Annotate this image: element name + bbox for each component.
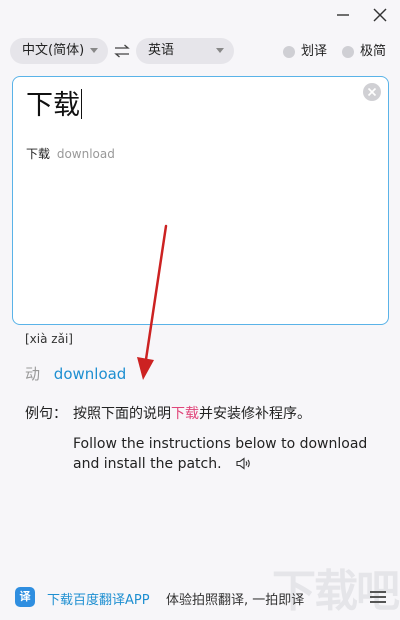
input-text-wrapper: 下载 bbox=[26, 88, 82, 124]
phonetic: [xià zǎi] bbox=[25, 332, 73, 346]
minimize-button[interactable] bbox=[332, 4, 354, 26]
source-language-label: 中文(简体) bbox=[22, 43, 85, 58]
example-sentence-en: Follow the instructions below to downloa… bbox=[73, 434, 383, 474]
menu-icon-bar bbox=[370, 591, 386, 593]
minimize-icon bbox=[337, 14, 349, 16]
part-of-speech: 动 bbox=[25, 365, 41, 383]
target-language-label: 英语 bbox=[148, 43, 175, 58]
example-sentence-zh: 按照下面的说明下载并安装修补程序。 bbox=[73, 403, 311, 423]
definition-row: 动 download bbox=[25, 363, 126, 384]
footer: 译 下载百度翻译APP 体验拍照翻译, 一拍即译 bbox=[0, 582, 400, 612]
suggestion-translation: download bbox=[56, 147, 115, 161]
language-bar: 中文(简体) 英语 划译 极简 bbox=[0, 38, 400, 66]
swap-languages-button[interactable] bbox=[113, 42, 131, 60]
suggestion-item[interactable]: 下载 download bbox=[26, 145, 115, 162]
speaker-icon[interactable] bbox=[236, 457, 251, 470]
close-button[interactable] bbox=[369, 4, 391, 26]
example-zh-before: 按照下面的说明 bbox=[73, 406, 171, 422]
example-zh-highlight: 下载 bbox=[171, 406, 199, 422]
toggle-knob bbox=[342, 46, 354, 58]
target-language-select[interactable]: 英语 bbox=[136, 38, 234, 64]
minimal-mode-label: 极简 bbox=[360, 44, 387, 59]
example-en-text: Follow the instructions below to downloa… bbox=[73, 436, 368, 472]
close-icon bbox=[373, 8, 387, 22]
clear-button[interactable] bbox=[363, 83, 381, 101]
input-text-area[interactable]: 下载 下载 download bbox=[12, 76, 389, 325]
minimal-mode-toggle[interactable]: 极简 bbox=[342, 43, 390, 61]
source-language-select[interactable]: 中文(简体) bbox=[10, 38, 108, 64]
toggle-knob bbox=[283, 46, 295, 58]
selection-translate-toggle[interactable]: 划译 bbox=[283, 43, 331, 61]
title-bar bbox=[0, 0, 400, 30]
swap-arrows-icon bbox=[114, 44, 130, 58]
suggestion-word: 下载 bbox=[26, 147, 51, 161]
input-text: 下载 bbox=[26, 90, 80, 121]
menu-icon-bar bbox=[370, 601, 386, 603]
baidu-translate-app-icon: 译 bbox=[15, 587, 35, 607]
meaning-link[interactable]: download bbox=[54, 365, 127, 383]
menu-icon-bar bbox=[370, 596, 386, 598]
menu-button[interactable] bbox=[370, 591, 386, 604]
example-zh-after: 并安装修补程序。 bbox=[199, 406, 311, 422]
download-app-link[interactable]: 下载百度翻译APP bbox=[47, 589, 150, 608]
selection-translate-label: 划译 bbox=[301, 44, 328, 59]
text-cursor bbox=[81, 89, 82, 119]
clear-icon bbox=[367, 87, 377, 97]
chevron-down-icon bbox=[90, 48, 98, 53]
app-slogan: 体验拍照翻译, 一拍即译 bbox=[166, 593, 305, 608]
chevron-down-icon bbox=[216, 48, 224, 53]
example-label: 例句： bbox=[25, 406, 67, 422]
